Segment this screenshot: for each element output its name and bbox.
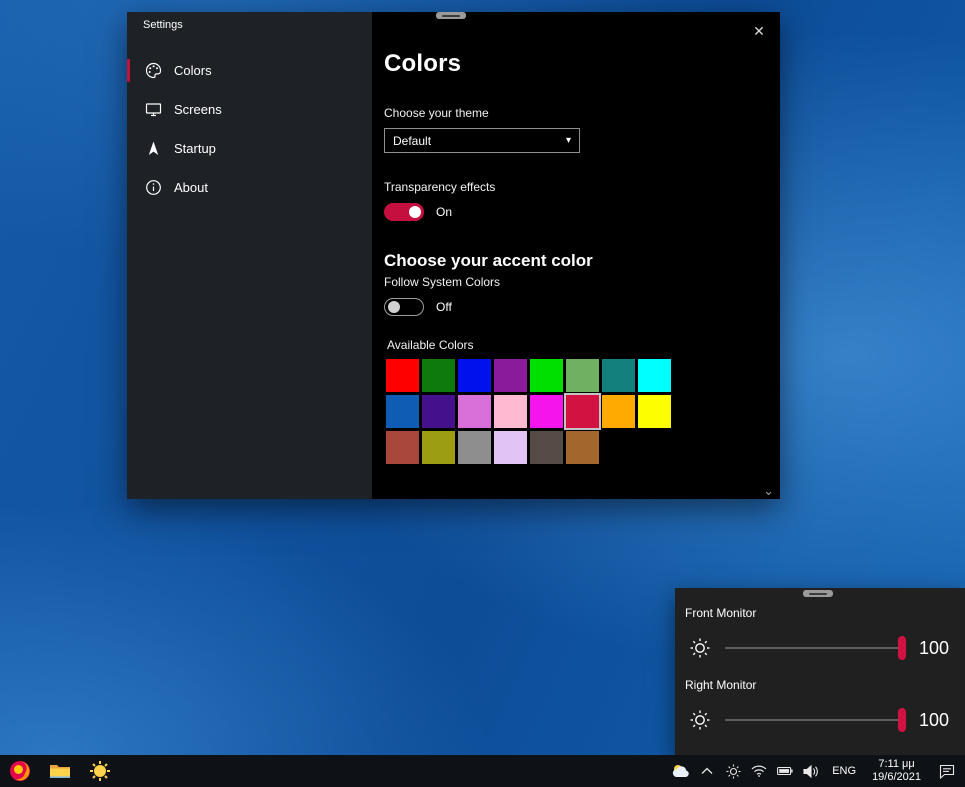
color-swatch[interactable] xyxy=(530,395,563,428)
clock-time: 7:11 μμ xyxy=(878,758,915,770)
brightness-value: 100 xyxy=(919,709,950,730)
system-tray: ENG 7:11 μμ 19/6/2021 xyxy=(668,755,965,787)
scroll-down-chevron-icon[interactable]: ⌄ xyxy=(763,484,774,497)
settings-sidebar: Settings Colors Screens Startup About xyxy=(127,12,372,499)
color-swatch[interactable] xyxy=(422,395,455,428)
monitor-name: Right Monitor xyxy=(685,678,757,692)
color-swatch[interactable] xyxy=(530,359,563,392)
transparency-label: Transparency effects xyxy=(384,180,496,194)
brightness-sun-icon xyxy=(689,637,711,659)
color-swatch[interactable] xyxy=(458,359,491,392)
follow-system-state: Off xyxy=(436,300,452,314)
toggle-knob xyxy=(388,301,400,313)
color-swatch[interactable] xyxy=(530,431,563,464)
color-swatch[interactable] xyxy=(564,393,601,430)
theme-dropdown[interactable]: Default ▾ xyxy=(384,128,580,153)
sidebar-item-screens[interactable]: Screens xyxy=(127,90,372,129)
clock[interactable]: 7:11 μμ 19/6/2021 xyxy=(864,758,929,784)
sidebar-item-label: Colors xyxy=(174,63,212,78)
brightness-slider-row: 100 xyxy=(685,706,955,734)
color-swatch[interactable] xyxy=(638,395,671,428)
color-swatch[interactable] xyxy=(602,395,635,428)
color-grid xyxy=(386,359,780,464)
volume-icon[interactable] xyxy=(798,755,824,787)
accent-color-heading: Choose your accent color xyxy=(384,251,593,270)
firefox-icon[interactable] xyxy=(0,755,40,787)
monitor-name: Front Monitor xyxy=(685,606,757,620)
color-swatch[interactable] xyxy=(386,431,419,464)
palette-icon xyxy=(145,62,162,79)
sidebar-nav: Colors Screens Startup About xyxy=(127,51,372,207)
chevron-up-icon[interactable] xyxy=(694,755,720,787)
brightness-value: 100 xyxy=(919,637,950,658)
sidebar-item-colors[interactable]: Colors xyxy=(127,51,372,90)
language-indicator[interactable]: ENG xyxy=(824,765,864,777)
swatch-row xyxy=(386,431,780,464)
theme-dropdown-value: Default xyxy=(393,133,432,148)
selected-indicator xyxy=(127,59,130,82)
taskbar: ENG 7:11 μμ 19/6/2021 xyxy=(0,755,965,787)
startup-arrow-icon xyxy=(145,140,162,157)
color-swatch[interactable] xyxy=(422,431,455,464)
taskbar-apps xyxy=(0,755,120,787)
sidebar-item-label: Startup xyxy=(174,141,216,156)
battery-icon[interactable] xyxy=(772,755,798,787)
color-swatch[interactable] xyxy=(494,431,527,464)
desktop: Settings Colors Screens Startup About ✕ … xyxy=(0,0,965,787)
transparency-state: On xyxy=(436,205,453,219)
follow-system-toggle[interactable] xyxy=(384,298,424,316)
brightness-flyout: Front Monitor 100 Right Monitor 100 xyxy=(675,588,965,755)
action-center-icon[interactable] xyxy=(929,755,965,787)
brightness-slider[interactable] xyxy=(725,636,906,660)
swatch-row xyxy=(386,359,780,392)
slider-thumb[interactable] xyxy=(898,636,906,660)
theme-label: Choose your theme xyxy=(384,106,489,120)
brightness-slider-row: 100 xyxy=(685,634,955,662)
chevron-down-icon: ▾ xyxy=(565,135,571,146)
weather-icon[interactable] xyxy=(668,755,694,787)
color-swatch[interactable] xyxy=(602,359,635,392)
info-icon xyxy=(145,179,162,196)
swatch-row xyxy=(386,393,780,430)
sidebar-item-startup[interactable]: Startup xyxy=(127,129,372,168)
window-drag-handle[interactable] xyxy=(436,12,466,19)
slider-thumb[interactable] xyxy=(898,708,906,732)
color-swatch[interactable] xyxy=(638,359,671,392)
color-swatch[interactable] xyxy=(458,395,491,428)
brightness-tray-icon[interactable] xyxy=(720,755,746,787)
color-swatch[interactable] xyxy=(386,395,419,428)
window-title: Settings xyxy=(143,19,183,31)
close-icon[interactable]: ✕ xyxy=(748,20,770,42)
network-icon[interactable] xyxy=(746,755,772,787)
clock-date: 19/6/2021 xyxy=(872,771,921,783)
color-swatch[interactable] xyxy=(494,395,527,428)
sidebar-item-label: About xyxy=(174,180,208,195)
page-title: Colors xyxy=(384,50,462,77)
color-swatch[interactable] xyxy=(458,431,491,464)
color-swatch[interactable] xyxy=(566,431,599,464)
sidebar-item-about[interactable]: About xyxy=(127,168,372,207)
follow-system-label: Follow System Colors xyxy=(384,275,501,289)
color-swatch[interactable] xyxy=(386,359,419,392)
brightness-slider[interactable] xyxy=(725,708,906,732)
color-swatch[interactable] xyxy=(494,359,527,392)
toggle-knob xyxy=(409,206,421,218)
available-colors-label: Available Colors xyxy=(387,338,474,352)
sidebar-item-label: Screens xyxy=(174,102,222,117)
color-swatch[interactable] xyxy=(566,359,599,392)
transparency-toggle[interactable] xyxy=(384,203,424,221)
monitor-icon xyxy=(145,101,162,118)
settings-main-panel: ✕ Colors Choose your theme Default ▾ Tra… xyxy=(372,12,780,499)
flyout-drag-handle[interactable] xyxy=(803,590,833,597)
brightness-sun-icon xyxy=(689,709,711,731)
settings-window: Settings Colors Screens Startup About ✕ … xyxy=(127,12,780,499)
brightness-app-icon[interactable] xyxy=(80,755,120,787)
color-swatch[interactable] xyxy=(422,359,455,392)
file-explorer-icon[interactable] xyxy=(40,755,80,787)
